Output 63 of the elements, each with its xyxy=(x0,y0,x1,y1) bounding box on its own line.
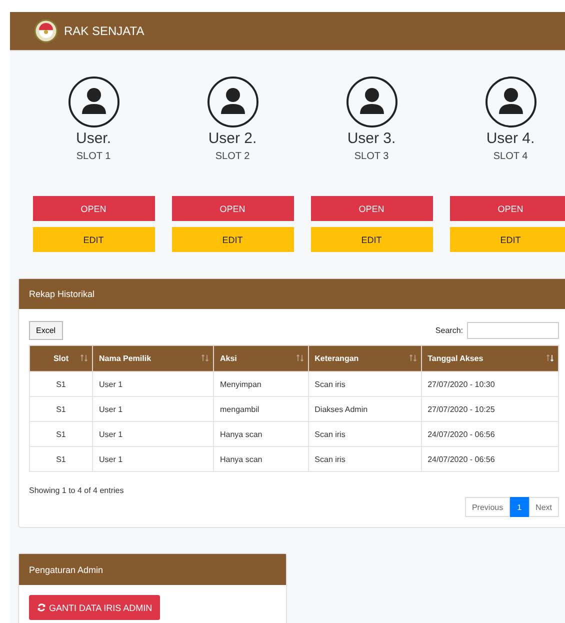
table-cell: mengambil xyxy=(214,396,308,422)
open-button[interactable]: OPEN xyxy=(32,196,154,221)
pagination-button[interactable]: Next xyxy=(528,497,559,517)
user-avatar-icon xyxy=(206,76,258,128)
user-name: User 3. xyxy=(347,130,396,147)
column-header[interactable]: Aksi xyxy=(214,346,308,372)
table-cell: Scan iris xyxy=(308,422,422,446)
slot-label: SLOT 3 xyxy=(354,151,389,162)
table-cell: Scan iris xyxy=(308,372,422,396)
emblem-icon xyxy=(34,19,58,43)
slot-label: SLOT 2 xyxy=(215,151,250,162)
table-cell: User 1 xyxy=(92,422,214,446)
table-cell: Diakses Admin xyxy=(308,396,422,422)
table-cell: User 1 xyxy=(92,446,214,472)
excel-button[interactable]: Excel xyxy=(29,321,63,340)
sort-icon xyxy=(80,354,88,362)
table-cell: 24/07/2020 - 06:56 xyxy=(421,446,558,472)
column-header[interactable]: Nama Pemilik xyxy=(92,346,214,372)
column-header[interactable]: Tanggal Akses xyxy=(421,346,558,372)
reset-iris-button[interactable]: GANTI DATA IRIS ADMIN xyxy=(29,595,160,620)
edit-button[interactable]: EDIT xyxy=(32,227,154,252)
card-header: Pengaturan Admin xyxy=(19,554,286,585)
pagination-button[interactable]: Previous xyxy=(464,497,510,517)
table-cell: S1 xyxy=(30,422,92,446)
search-label: Search: xyxy=(435,326,463,335)
table-cell: Scan iris xyxy=(308,446,422,472)
table-cell: User 1 xyxy=(92,396,214,422)
table-cell: Hanya scan xyxy=(214,446,308,472)
sort-icon xyxy=(201,354,209,362)
column-header[interactable]: Slot xyxy=(30,346,92,372)
search-field[interactable] xyxy=(467,322,559,339)
column-header[interactable]: Keterangan xyxy=(308,346,422,372)
user-name: User. xyxy=(76,130,111,147)
table-cell: S1 xyxy=(30,446,92,472)
user-avatar-icon xyxy=(484,76,536,128)
user-avatar-icon xyxy=(346,76,398,128)
table-cell: 27/07/2020 - 10:30 xyxy=(421,372,558,396)
table-cell: User 1 xyxy=(92,372,214,396)
edit-button[interactable]: EDIT xyxy=(310,227,432,252)
user-avatar-icon xyxy=(68,76,120,128)
pagination-button[interactable]: 1 xyxy=(510,497,529,517)
user-name: User 2. xyxy=(208,130,257,147)
table-cell: Menyimpan xyxy=(214,372,308,396)
table-cell: S1 xyxy=(30,396,92,422)
app-title: RAK SENJATA xyxy=(64,24,144,38)
sort-icon xyxy=(296,354,304,362)
sort-icon xyxy=(408,354,417,362)
table-cell: 24/07/2020 - 06:56 xyxy=(421,422,558,446)
table-cell: 27/07/2020 - 10:25 xyxy=(421,396,558,422)
open-button[interactable]: OPEN xyxy=(172,196,294,221)
table-cell: S1 xyxy=(30,372,92,396)
user-name: User 4. xyxy=(486,130,535,147)
table-cell: Hanya scan xyxy=(214,422,308,446)
card-header: Rekap Historikal xyxy=(19,279,565,309)
open-button[interactable]: OPEN xyxy=(310,196,432,221)
entries-info: Showing 1 to 4 of 4 entries xyxy=(29,486,125,495)
sort-icon xyxy=(546,354,554,362)
refresh-icon xyxy=(37,603,46,612)
edit-button[interactable]: EDIT xyxy=(450,227,565,252)
slot-label: SLOT 1 xyxy=(76,151,111,162)
slot-label: SLOT 4 xyxy=(493,151,528,162)
edit-button[interactable]: EDIT xyxy=(172,227,294,252)
open-button[interactable]: OPEN xyxy=(450,196,565,221)
